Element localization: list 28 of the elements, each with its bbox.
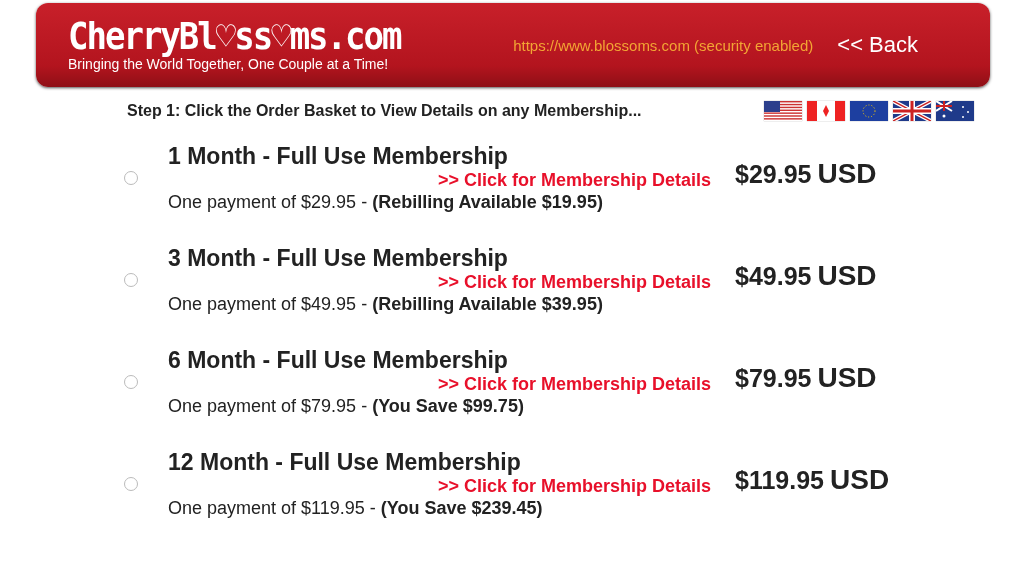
plan-title: 6 Month - Full Use Membership — [168, 347, 509, 373]
currency: USD — [830, 464, 890, 496]
payment-text: One payment of $49.95 - (Rebilling Available $39.95) — [168, 293, 604, 315]
security-notice: https://www.blossoms.com (security enabled) — [513, 36, 814, 54]
details-link[interactable]: >> Click for Membership Details — [437, 373, 711, 395]
flag-icon[interactable] — [936, 101, 974, 121]
currency: USD — [817, 158, 877, 190]
flag-icon[interactable] — [807, 101, 845, 121]
payment-text: One payment of $29.95 - (Rebilling Available $19.95) — [168, 191, 604, 213]
details-link[interactable]: >> Click for Membership Details — [437, 169, 711, 191]
details-link[interactable]: >> Click for Membership Details — [437, 271, 711, 293]
currency: USD — [817, 260, 877, 292]
price: $29.95 — [735, 160, 812, 189]
price: $49.95 — [735, 262, 812, 291]
back-link[interactable]: << Back — [837, 32, 918, 58]
plan-title: 1 Month - Full Use Membership — [168, 143, 509, 169]
payment-text: One payment of $79.95 - (You Save $99.75) — [168, 395, 525, 417]
plan-title: 12 Month - Full Use Membership — [168, 449, 522, 475]
currency: USD — [817, 362, 877, 394]
price: $79.95 — [735, 364, 812, 393]
price: $119.95 — [735, 466, 824, 495]
flag-icon[interactable] — [893, 101, 931, 121]
flag-icon[interactable] — [764, 101, 802, 121]
payment-text: One payment of $119.95 - (You Save $239.45) — [168, 497, 544, 519]
step-instruction: Step 1: Click the Order Basket to View Details on any Membership... — [127, 102, 642, 120]
details-link[interactable]: >> Click for Membership Details — [437, 475, 711, 497]
plan-title: 3 Month - Full Use Membership — [168, 245, 509, 271]
logo: CherryBl♡ss♡ms.com — [68, 16, 401, 55]
